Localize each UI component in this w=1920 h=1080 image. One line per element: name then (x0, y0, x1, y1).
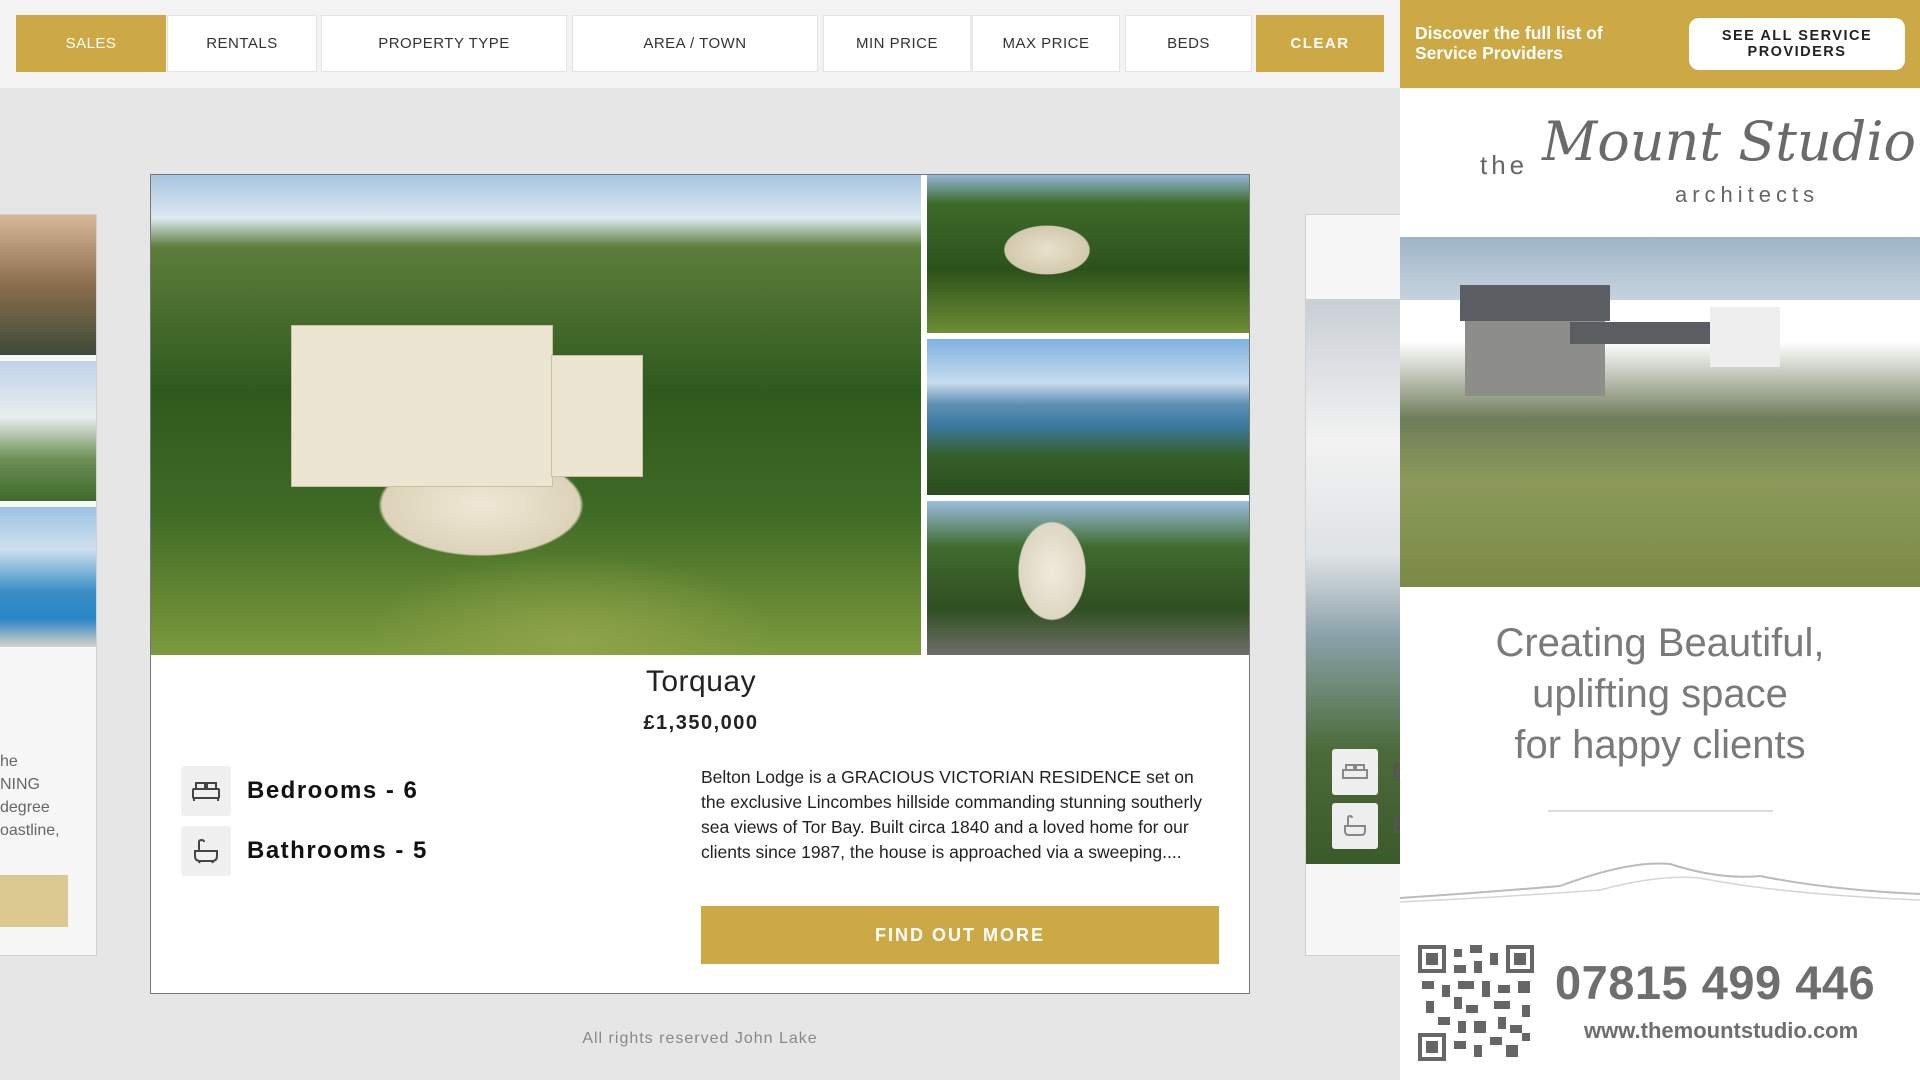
bedrooms-label: Bedrooms - 6 (247, 777, 419, 804)
excerpt-line: he (0, 753, 18, 770)
property-type-select[interactable]: PROPERTY TYPE (321, 15, 567, 72)
bedrooms-feature: Bedrooms - 6 (181, 766, 418, 816)
excerpt-line: oastline, (0, 822, 60, 839)
clear-button[interactable]: CLEAR (1256, 15, 1384, 72)
mount-studio-logo[interactable]: the Mount Studio architects (1400, 110, 1920, 220)
hills-line-art (1400, 862, 1920, 903)
tagline-line-2: uplifting space (1532, 672, 1788, 716)
advert-website[interactable]: www.themountstudio.com (1584, 1018, 1858, 1044)
prev-listing-photo-3 (0, 507, 96, 647)
filter-bar: SALES RENTALS PROPERTY TYPE AREA / TOWN … (0, 0, 1400, 88)
bath-icon (181, 826, 231, 876)
service-providers-banner: Discover the full list of Service Provid… (1400, 0, 1920, 88)
bed-icon (1332, 749, 1378, 795)
advert-photo[interactable] (1400, 237, 1920, 587)
find-out-more-button[interactable]: FIND OUT MORE (701, 906, 1219, 964)
prev-listing-button[interactable] (0, 875, 68, 927)
excerpt-line: degree (0, 799, 50, 816)
listing-thumb-3[interactable] (927, 501, 1249, 655)
listing-description: Belton Lodge is a GRACIOUS VICTORIAN RES… (701, 767, 1202, 862)
prev-listing-excerpt: he NING degree oastline, (0, 750, 96, 842)
listing-price: £1,350,000 (643, 712, 759, 734)
bathrooms-feature: Bathrooms - 5 (181, 826, 428, 876)
excerpt-line: NING (0, 776, 40, 793)
qr-code-icon[interactable] (1418, 945, 1534, 1061)
house-tower-illustration (551, 355, 643, 477)
listing-main-photo[interactable] (151, 175, 921, 655)
house-illustration (291, 325, 553, 487)
beds-select[interactable]: BEDS (1125, 15, 1252, 72)
tab-sales[interactable]: SALES (16, 15, 166, 72)
logo-name: Mount Studio (1542, 110, 1917, 173)
tagline-line-3: for happy clients (1514, 723, 1806, 767)
area-town-select[interactable]: AREA / TOWN (572, 15, 818, 72)
tagline-line-1: Creating Beautiful, (1495, 621, 1825, 665)
tab-rentals[interactable]: RENTALS (167, 15, 317, 72)
advert-phone[interactable]: 07815 499 446 (1555, 955, 1875, 1010)
listing-title: Torquay (645, 665, 757, 698)
listing-card: Torquay £1,350,000 Bedrooms - 6 Bathroom… (150, 174, 1250, 994)
min-price-select[interactable]: MIN PRICE (823, 15, 971, 72)
bed-icon (181, 766, 231, 816)
prev-listing-photo-2 (0, 361, 96, 501)
logo-the: the (1480, 150, 1529, 180)
sidebar-advert: Discover the full list of Service Provid… (1400, 0, 1920, 1080)
advert-canopy (1570, 322, 1720, 344)
prev-listing-photo-1 (0, 215, 96, 355)
advert-divider (1548, 810, 1773, 812)
advert-outbuilding (1710, 307, 1780, 367)
max-price-select[interactable]: MAX PRICE (972, 15, 1120, 72)
footer-copyright: All rights reserved John Lake (582, 1030, 818, 1047)
logo-architects: architects (1675, 182, 1820, 207)
bathrooms-label: Bathrooms - 5 (247, 837, 428, 864)
advert-roof (1460, 285, 1610, 321)
prev-listing-card[interactable]: he NING degree oastline, (0, 214, 97, 956)
listing-thumb-2[interactable] (927, 339, 1249, 495)
bath-icon (1332, 803, 1378, 849)
service-providers-text: Discover the full list of Service Provid… (1415, 23, 1603, 63)
next-listing-card[interactable]: E E (1305, 214, 1402, 956)
listing-thumb-1[interactable] (927, 175, 1249, 333)
see-all-service-providers-button[interactable]: SEE ALL SERVICE PROVIDERS (1689, 18, 1905, 70)
advert-tagline: Creating Beautiful, uplifting space for … (1400, 618, 1920, 771)
